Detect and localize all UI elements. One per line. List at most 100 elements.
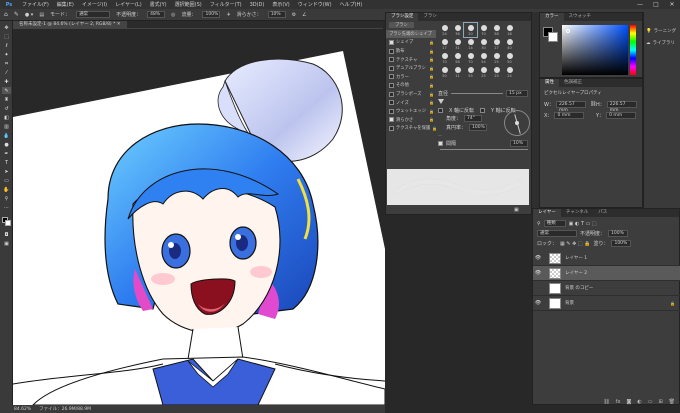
size-field[interactable]: 15 px [506,89,528,97]
setting-color[interactable]: カラー 🔒 [386,73,436,82]
brush-tip[interactable]: 58 [490,23,503,37]
spacing-slider[interactable] [440,149,528,150]
brush-button[interactable]: ブラシ [386,21,436,30]
brush-tip[interactable]: 17 [438,37,451,51]
maximize-button[interactable]: □ [648,0,664,9]
brush-tip[interactable]: 25 [490,51,503,65]
text-tool-icon[interactable]: T [2,159,11,166]
mask-icon[interactable]: ◙ [626,399,631,405]
link-layers-icon[interactable]: ⛓ [603,399,609,405]
x-field[interactable]: 0 mm [554,112,585,119]
airbrush-icon[interactable]: ✈ [226,12,230,18]
pressure-opacity-icon[interactable]: ◎ [171,12,175,18]
quick-select-tool-icon[interactable]: ✦ [2,51,11,58]
bg-color-chip[interactable] [548,32,558,42]
tab-brushes[interactable]: ブラシ [418,13,441,21]
setting-protect-texture[interactable]: テクスチャを保護 🔒 [386,124,437,133]
layer-row[interactable]: 背景 のコピー [533,281,680,296]
brush-panel-toggle-icon[interactable]: ▤ [39,12,44,18]
brush-tip[interactable]: 50 [503,51,516,65]
spacing-field[interactable]: 10% [510,139,528,147]
move-tool-icon[interactable]: ✥ [2,24,11,31]
menu-image[interactable]: イメージ(I) [78,1,111,8]
brush-tip[interactable]: 14 [464,37,477,51]
flip-y-checkbox[interactable] [480,108,486,113]
group-icon[interactable]: ▭ [648,399,653,405]
canvas-area[interactable] [13,29,385,405]
brush-tip[interactable]: 36 [451,23,464,37]
brush-tip[interactable]: 54 [477,51,490,65]
setting-shape[interactable]: シェイプ 🔒 [386,38,436,47]
brush-tip[interactable]: 24 [503,65,516,79]
h-field[interactable]: 226.57 mm [606,101,637,113]
healing-tool-icon[interactable]: ✚ [2,78,11,85]
setting-smoothing[interactable]: 滑らかさ 🔒 [386,116,436,125]
setting-wet-edges[interactable]: ウェットエッジ 🔒 [386,107,436,116]
y-field[interactable]: 0 mm [606,112,637,119]
tab-adjustments[interactable]: 色調補正 [559,79,587,87]
mode-select[interactable]: 通常 [76,11,111,18]
brush-tool-icon[interactable]: ✎ [2,87,11,94]
setting-noise[interactable]: ノイズ 🔒 [386,98,436,107]
brush-tip[interactable]: 16 [503,23,516,37]
blur-tool-icon[interactable]: 💧 [2,132,11,139]
learn-item[interactable]: 💡 ラーニング [646,28,676,35]
setting-brush-pose[interactable]: ブラシポーズ 🔒 [386,90,436,99]
tab-paths[interactable]: パス [593,209,612,217]
hue-slider[interactable] [630,25,636,75]
brush-tip[interactable]: 20 [463,22,478,38]
brush-tip[interactable]: 30 [477,37,490,51]
layer-row-selected[interactable]: 👁 レイヤー 2 [533,266,680,281]
brush-tip[interactable]: 70 [464,51,477,65]
eyedropper-tool-icon[interactable]: ⁄ [2,69,11,76]
layer-opacity-field[interactable]: 100% [608,230,629,237]
eraser-tool-icon[interactable]: ◧ [2,114,11,121]
tab-properties[interactable]: 属性 [540,79,559,87]
layer-row[interactable]: 👁 背景 🔒 [533,296,680,311]
gear-icon[interactable]: ⚙ [292,12,296,18]
menu-window[interactable]: ウィンドウ(W) [294,1,336,8]
document-tab[interactable]: 名称未設定-1 @ 84.6% (レイヤー 2, RGB/8) * ✕ [13,21,127,29]
opacity-field[interactable]: 48% [147,11,166,18]
home-icon[interactable]: ⌂ [4,11,8,18]
menu-filter[interactable]: フィルター(T) [206,1,246,8]
brush-tip[interactable]: 27 [490,37,503,51]
color-field[interactable] [562,25,628,75]
background-color-swatch[interactable] [5,220,11,226]
more-tools-icon[interactable]: ⋯ [2,204,11,211]
history-brush-icon[interactable]: ↺ [2,105,11,112]
new-brush-icon[interactable]: ▣ [514,207,519,213]
brush-tip-shape-item[interactable]: ブラシ先端のシェイプ [386,29,436,39]
brush-tip[interactable]: 55 [464,65,477,79]
brush-tip[interactable]: 70 [477,23,490,37]
menu-edit[interactable]: 編集(E) [53,1,78,8]
eye-icon[interactable]: 👁 [533,255,543,261]
brush-tip[interactable]: 40 [503,37,516,51]
brush-tip[interactable]: 58 [451,51,464,65]
brush-tip[interactable]: 31 [451,37,464,51]
tab-channels[interactable]: チャンネル [561,209,593,217]
w-field[interactable]: 226.57 mm [555,101,586,113]
menu-view[interactable]: 表示(V) [268,1,293,8]
smoothing-field[interactable]: 10% [267,11,286,18]
blend-mode-select[interactable]: 通常 [537,230,577,237]
setting-scatter[interactable]: 散布 🔒 [386,47,436,56]
path-select-tool-icon[interactable]: ➤ [2,168,11,175]
close-button[interactable]: ✕ [664,0,680,9]
size-slider-handle[interactable] [438,99,444,104]
shape-tool-icon[interactable]: ▭ [2,177,11,184]
menu-3d[interactable]: 3D(D) [246,2,269,8]
minimize-button[interactable]: — [632,0,648,9]
tab-color[interactable]: カラー [540,13,564,21]
trash-icon[interactable]: 🗑 [669,399,675,405]
brush-tip[interactable]: 70 [438,51,451,65]
screen-mode-icon[interactable]: ▣ [2,240,11,247]
spacing-checkbox[interactable] [438,140,443,146]
artwork-canvas[interactable] [13,29,385,405]
menu-file[interactable]: ファイル(F) [18,1,53,8]
eye-icon[interactable]: 👁 [533,300,543,306]
lock-icons[interactable]: ▦ ✎ ✥ ⬚ 🔒 [560,241,590,247]
pen-tool-icon[interactable]: ✒ [2,150,11,157]
menu-type[interactable]: 書式(Y) [146,1,171,8]
brush-tip[interactable]: 25 [477,65,490,79]
